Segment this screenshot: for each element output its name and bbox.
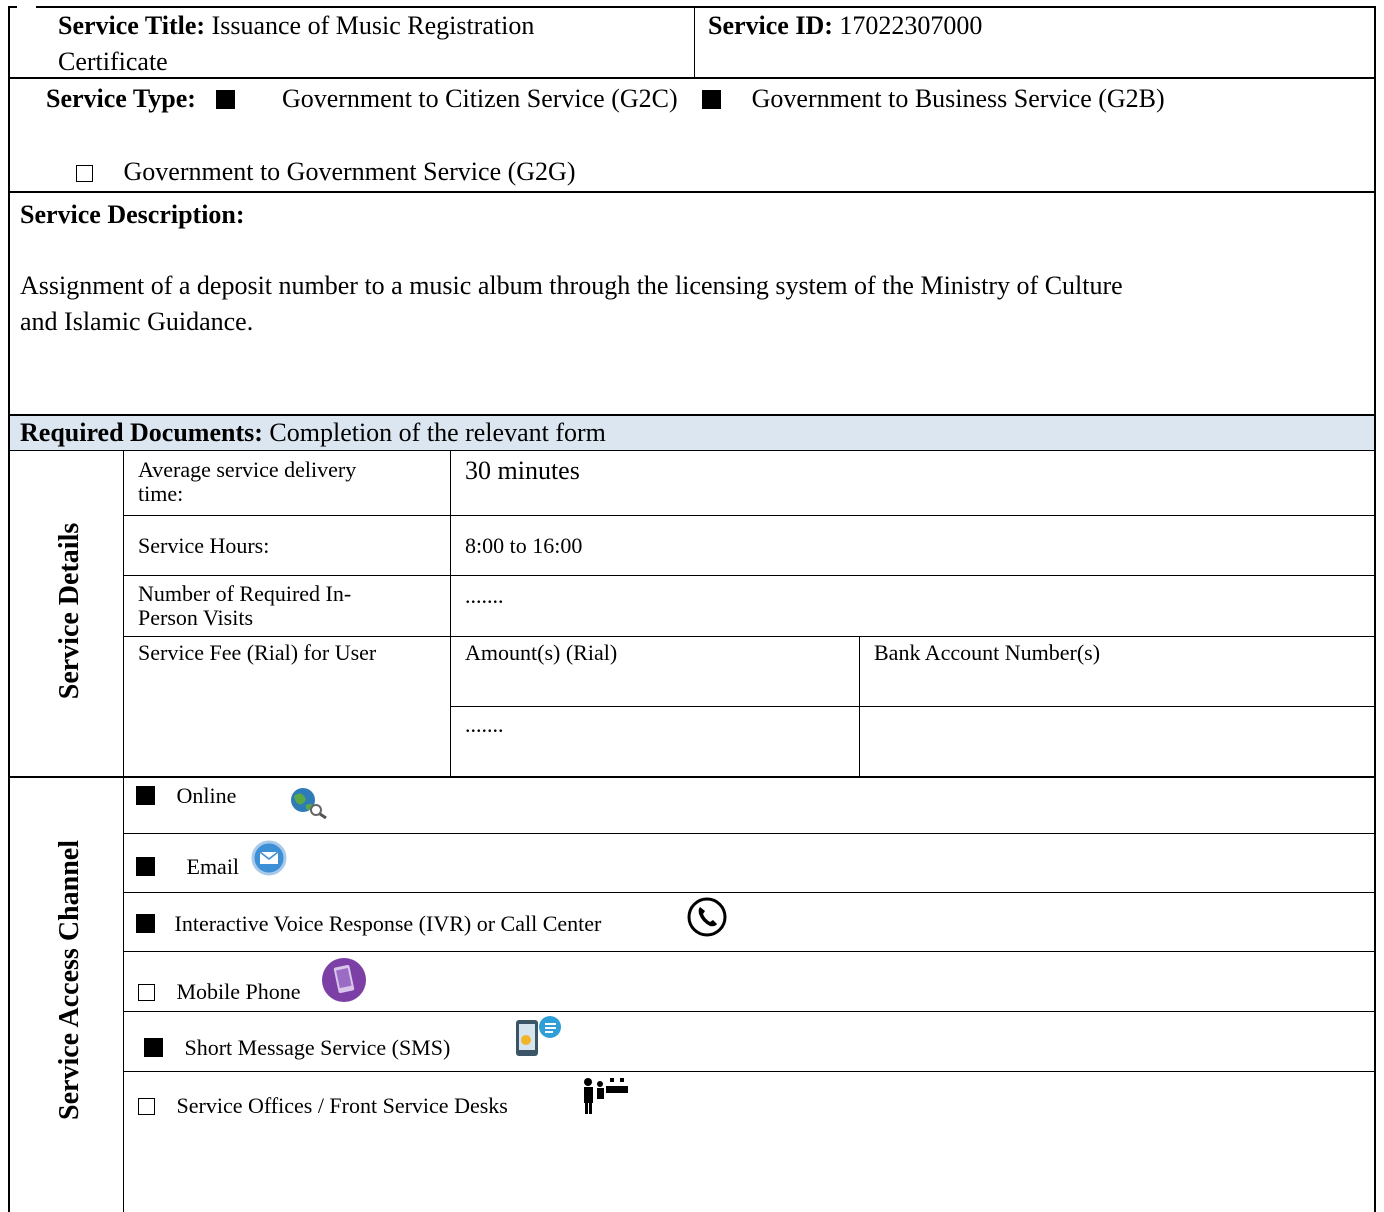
header-divider — [694, 6, 695, 78]
mobile-checkbox[interactable] — [138, 984, 155, 1001]
required-docs-bottom-line — [8, 450, 1376, 451]
online-checkbox[interactable] — [136, 786, 155, 805]
sms-label: Short Message Service (SMS) — [184, 1035, 451, 1060]
delivery-time-label-1: Average service delivery — [138, 457, 357, 482]
details-label-divider — [450, 451, 451, 778]
service-id: Service ID: 17022307000 — [708, 8, 982, 44]
channel-online: Online — [136, 784, 236, 808]
service-access-channel-section-label: Service Access Channel — [54, 840, 85, 1120]
channel-sms: Short Message Service (SMS) — [144, 1036, 450, 1060]
bank-account-header: Bank Account Number(s) — [874, 640, 1101, 665]
details-col-divider — [123, 451, 124, 778]
visits-label-2: Person Visits — [138, 605, 254, 630]
ivr-checkbox[interactable] — [136, 914, 155, 933]
description-label: Service Description: — [20, 200, 245, 229]
right-border — [1374, 6, 1376, 1212]
details-row-line-3 — [124, 636, 1376, 637]
g2g-checkbox[interactable] — [76, 165, 93, 182]
sms-icon — [516, 1016, 561, 1056]
description-line-2: and Islamic Guidance. — [20, 307, 254, 336]
visits-value: ....... — [465, 583, 504, 608]
delivery-time-label: Average service delivery time: — [138, 458, 356, 506]
g2c-checkbox[interactable] — [216, 90, 236, 109]
globe-icon — [291, 788, 327, 819]
channel-email: Email — [136, 855, 239, 879]
channel-line-5 — [124, 1071, 1376, 1072]
mobile-label: Mobile Phone — [176, 979, 301, 1004]
service-type-row: Service Type: Government to Citizen Serv… — [46, 84, 1165, 114]
left-border — [8, 6, 10, 1212]
amount-value: ....... — [465, 712, 504, 737]
g2b-label: Government to Business Service (G2B) — [751, 84, 1165, 113]
visits-label: Number of Required In- Person Visits — [138, 582, 351, 630]
service-id-value: 17022307000 — [839, 11, 983, 40]
service-type-label: Service Type: — [46, 84, 196, 113]
required-documents-value: Completion of the relevant form — [269, 418, 606, 447]
fee-divider — [859, 636, 860, 778]
phone-icon — [687, 897, 727, 937]
online-label: Online — [176, 783, 237, 808]
email-checkbox[interactable] — [136, 857, 155, 876]
service-title-value-1: Issuance of Music Registration — [211, 11, 535, 40]
channel-mobile: Mobile Phone — [138, 980, 301, 1004]
offices-checkbox[interactable] — [138, 1098, 155, 1115]
service-desk-icon — [584, 1078, 628, 1114]
g2c-label: Government to Citizen Service (G2C) — [281, 84, 678, 113]
details-row-line-1 — [124, 515, 1376, 516]
hours-value: 8:00 to 16:00 — [465, 533, 583, 558]
email-label: Email — [186, 854, 240, 879]
mobile-phone-icon — [322, 958, 366, 1002]
description-line-1: Assignment of a deposit number to a musi… — [20, 271, 1123, 300]
amount-header: Amount(s) (Rial) — [465, 640, 618, 665]
channel-line-1 — [124, 833, 1376, 834]
ivr-label: Interactive Voice Response (IVR) or Call… — [174, 911, 602, 936]
required-documents-row: Required Documents: Completion of the re… — [10, 416, 1374, 450]
service-type-bottom-line — [8, 191, 1376, 193]
service-title-label: Service Title: — [58, 11, 206, 40]
channel-ivr: Interactive Voice Response (IVR) or Call… — [136, 912, 601, 936]
g2b-checkbox[interactable] — [702, 90, 722, 109]
service-id-label: Service ID: — [708, 11, 833, 40]
visits-label-1: Number of Required In- — [138, 581, 352, 606]
channel-offices: Service Offices / Front Service Desks — [138, 1094, 508, 1118]
description-text: Assignment of a deposit number to a musi… — [20, 268, 1370, 340]
channel-line-4 — [124, 1011, 1376, 1012]
service-title-value-2: Certificate — [58, 47, 168, 76]
details-bottom-line — [8, 776, 1376, 778]
g2g-row: Government to Government Service (G2G) — [76, 157, 575, 187]
service-details-section-label: Service Details — [54, 522, 85, 700]
delivery-time-label-2: time: — [138, 481, 184, 506]
g2g-label: Government to Government Service (G2G) — [123, 157, 576, 186]
service-title: Service Title: Issuance of Music Registr… — [58, 8, 688, 80]
details-row-line-4 — [451, 706, 1376, 707]
email-icon — [251, 840, 287, 876]
channel-line-3 — [124, 951, 1376, 952]
channel-line-2 — [124, 892, 1376, 893]
delivery-time-value: 30 minutes — [465, 456, 580, 485]
required-documents-label: Required Documents: — [20, 418, 263, 447]
hours-label: Service Hours: — [138, 533, 270, 558]
channel-col-divider — [123, 778, 124, 1212]
details-row-line-2 — [124, 575, 1376, 576]
fee-label: Service Fee (Rial) for User — [138, 640, 377, 665]
offices-label: Service Offices / Front Service Desks — [176, 1093, 508, 1118]
sms-checkbox[interactable] — [144, 1038, 163, 1057]
